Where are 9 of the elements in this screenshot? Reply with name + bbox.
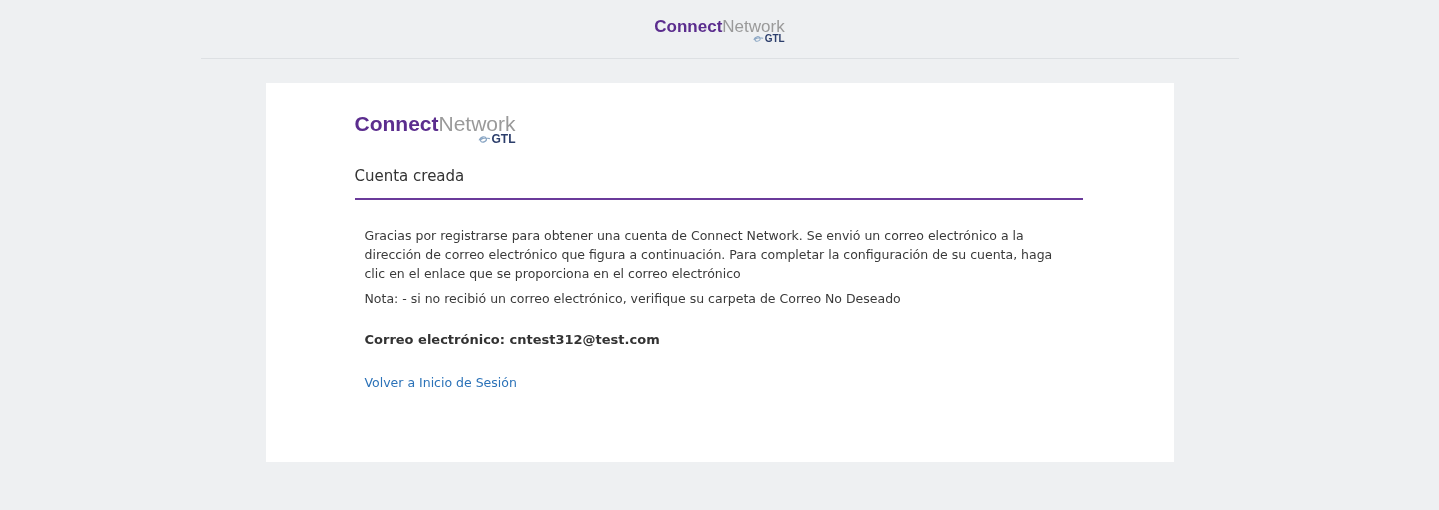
logo-wordmark: ConnectNetwork xyxy=(354,113,516,134)
email-text: Correo electrónico: cntest312@test.com xyxy=(364,332,660,347)
page-title: Cuenta creada xyxy=(354,167,1083,200)
note-text: Nota: - si no recibió un correo electrónico, verifique su carpeta de Correo No Deseado xyxy=(364,290,901,308)
logo-subtext: GTL xyxy=(764,34,785,44)
logo-wordmark: ConnectNetwork xyxy=(654,18,785,35)
back-to-login-link[interactable]: Volver a Inicio de Sesión xyxy=(364,375,517,390)
message-text: Gracias por registrarse para obtener una cuenta de Connect Network. Se envió un correo electrónico a la dirección de correo electrónico que figura a continuación. Para completar la configuración de su cuenta, haga clic en el enlace que se proporciona en el correo electrónico xyxy=(364,227,1054,283)
logo-subtext: GTL xyxy=(491,133,516,145)
